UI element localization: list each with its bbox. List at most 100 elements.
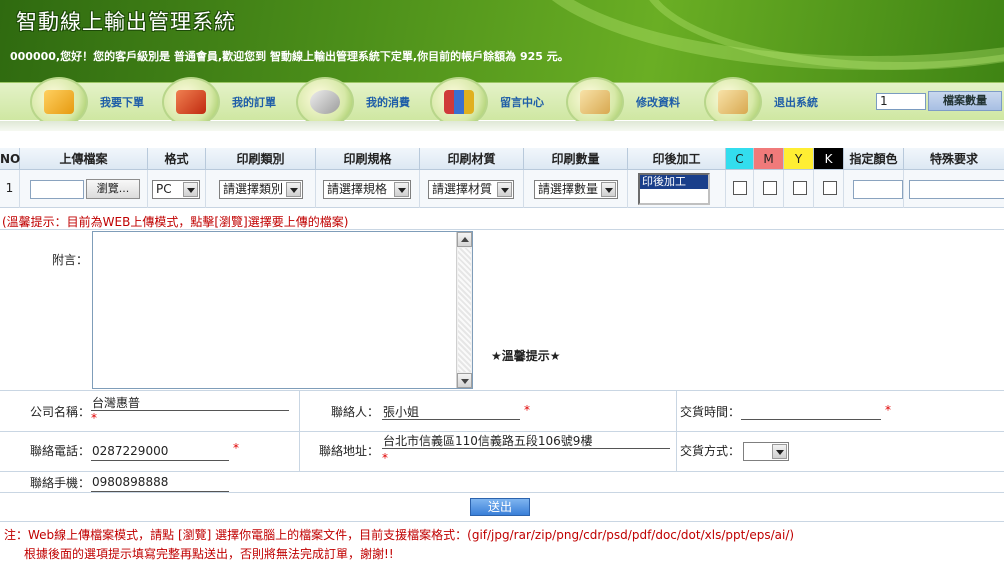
upload-tip: (溫馨提示：目前為WEB上傳模式，點擊[瀏覽]選擇要上傳的檔案) [2, 215, 349, 229]
divider [0, 229, 1004, 230]
scroll-up-icon[interactable] [457, 232, 472, 247]
col-header-format: 格式 [148, 148, 206, 170]
specified-color-input[interactable] [853, 180, 903, 199]
contact-person-input[interactable]: 張小姐 [382, 403, 520, 420]
phone-input[interactable]: 0287229000 [91, 444, 229, 461]
company-input[interactable]: 台灣惠普 [91, 394, 289, 411]
gear-folder-icon [296, 77, 354, 127]
post-process-cell: 印後加工 [628, 170, 726, 208]
black-cell [814, 170, 844, 208]
nav-item-my-spending[interactable]: 我的消費 [296, 77, 410, 127]
nav-item-edit-profile[interactable]: 修改資料 [566, 77, 680, 127]
message-label: 附言： [52, 253, 89, 267]
col-header-post-process: 印後加工 [628, 148, 726, 170]
books-icon [430, 77, 488, 127]
submit-button[interactable]: 送出 [470, 498, 530, 516]
chevron-down-icon [183, 182, 198, 197]
material-cell: 請選擇材質 [420, 170, 524, 208]
chevron-down-icon [286, 182, 301, 197]
format-select[interactable]: PC [152, 180, 200, 199]
divider [0, 492, 1004, 493]
magenta-cell [754, 170, 784, 208]
yellow-cell [784, 170, 814, 208]
message-scrollbar[interactable] [456, 232, 472, 388]
nav-label: 我的消費 [366, 96, 410, 109]
address-label: 聯絡地址： [319, 444, 380, 458]
col-header-cyan: C [726, 148, 754, 170]
required-mark: * [885, 403, 891, 417]
material-select[interactable]: 請選擇材質 [428, 180, 514, 199]
format-select-value: PC [156, 182, 172, 196]
mobile-input[interactable]: 0980898888 [91, 475, 229, 492]
material-select-value: 請選擇材質 [432, 182, 493, 196]
orders-icon [162, 77, 220, 127]
col-header-quantity: 印刷數量 [524, 148, 628, 170]
exit-folder-icon [704, 77, 762, 127]
col-header-special: 特殊要求 [904, 148, 1004, 170]
upload-file-input[interactable] [30, 180, 84, 199]
category-select-value: 請選擇類別 [223, 182, 284, 196]
cyan-cell [726, 170, 754, 208]
file-count-button[interactable]: 檔案數量 [928, 91, 1002, 111]
color-cell [844, 170, 904, 208]
magenta-checkbox[interactable] [763, 181, 777, 195]
spec-select[interactable]: 請選擇規格 [323, 180, 411, 199]
category-select[interactable]: 請選擇類別 [219, 180, 303, 199]
divider [0, 471, 1004, 472]
edit-folder-icon [566, 77, 624, 127]
required-mark: * [233, 441, 239, 455]
scroll-down-icon[interactable] [457, 373, 472, 388]
main-nav: 我要下單 我的訂單 我的消費 留言中心 修改資料 退出系統 1 檔案數量 [0, 77, 1004, 131]
chevron-down-icon [772, 444, 787, 459]
app-header: 智動線上輸出管理系統 000000,您好！您的客戶級別是 普通會員,歡迎您到 智… [0, 0, 1004, 82]
delivery-method-label: 交貨方式： [680, 444, 741, 458]
required-mark: * [382, 451, 388, 465]
note-line-1: 注：Web線上傳檔案模式，請點 [瀏覽] 選擇你電腦上的檔案文件，目前支援檔案格… [4, 528, 795, 542]
order-table-header: NO 上傳檔案 格式 印刷類別 印刷規格 印刷材質 印刷數量 印後加工 C M … [0, 148, 1004, 170]
message-textarea[interactable] [92, 231, 473, 389]
delivery-method-select[interactable] [743, 442, 789, 461]
file-count-input[interactable]: 1 [876, 93, 926, 110]
app-title: 智動線上輸出管理系統 [16, 10, 236, 34]
row-number: 1 [0, 170, 20, 208]
address-input[interactable]: 台北市信義區110信義路五段106號9樓 [382, 432, 670, 449]
note-line-2: 根據後面的選項提示填寫完整再點送出，否則將無法完成訂單，謝謝!! [24, 547, 394, 561]
spec-select-value: 請選擇規格 [327, 182, 388, 196]
scroll-thumb[interactable] [458, 248, 471, 372]
chevron-down-icon [394, 182, 409, 197]
col-header-color: 指定顏色 [844, 148, 904, 170]
nav-item-place-order[interactable]: 我要下單 [30, 77, 144, 127]
nav-item-logout[interactable]: 退出系統 [704, 77, 818, 127]
post-process-option[interactable]: 印後加工 [640, 175, 708, 189]
delivery-time-input[interactable] [741, 403, 881, 420]
divider [299, 391, 300, 471]
nav-item-message-center[interactable]: 留言中心 [430, 77, 544, 127]
nav-divider [0, 121, 1004, 131]
nav-label: 修改資料 [636, 96, 680, 109]
required-mark: * [91, 411, 97, 425]
mobile-label: 聯絡手機： [30, 476, 91, 490]
special-request-input[interactable] [909, 180, 1004, 199]
post-process-listbox[interactable]: 印後加工 [638, 173, 710, 205]
col-header-category: 印刷類別 [206, 148, 316, 170]
col-header-yellow: Y [784, 148, 814, 170]
quantity-select[interactable]: 請選擇數量 [534, 180, 618, 199]
contact-form: 公司名稱： 台灣惠普 * 聯絡人： 張小姐 * 交貨時間： * 聯絡電話： 02… [0, 390, 1004, 493]
col-header-no: NO [0, 148, 20, 170]
col-header-upload: 上傳檔案 [20, 148, 148, 170]
special-cell [904, 170, 1004, 208]
required-mark: * [524, 403, 530, 417]
warm-tip-title: ★溫馨提示★ [491, 349, 561, 363]
chevron-down-icon [497, 182, 512, 197]
browse-button[interactable]: 瀏覽... [86, 179, 140, 199]
chevron-down-icon [601, 182, 616, 197]
yellow-checkbox[interactable] [793, 181, 807, 195]
cyan-checkbox[interactable] [733, 181, 747, 195]
nav-item-my-orders[interactable]: 我的訂單 [162, 77, 276, 127]
nav-label: 我的訂單 [232, 96, 276, 109]
col-header-magenta: M [754, 148, 784, 170]
spec-cell: 請選擇規格 [316, 170, 420, 208]
category-cell: 請選擇類別 [206, 170, 316, 208]
nav-label: 留言中心 [500, 96, 544, 109]
black-checkbox[interactable] [823, 181, 837, 195]
